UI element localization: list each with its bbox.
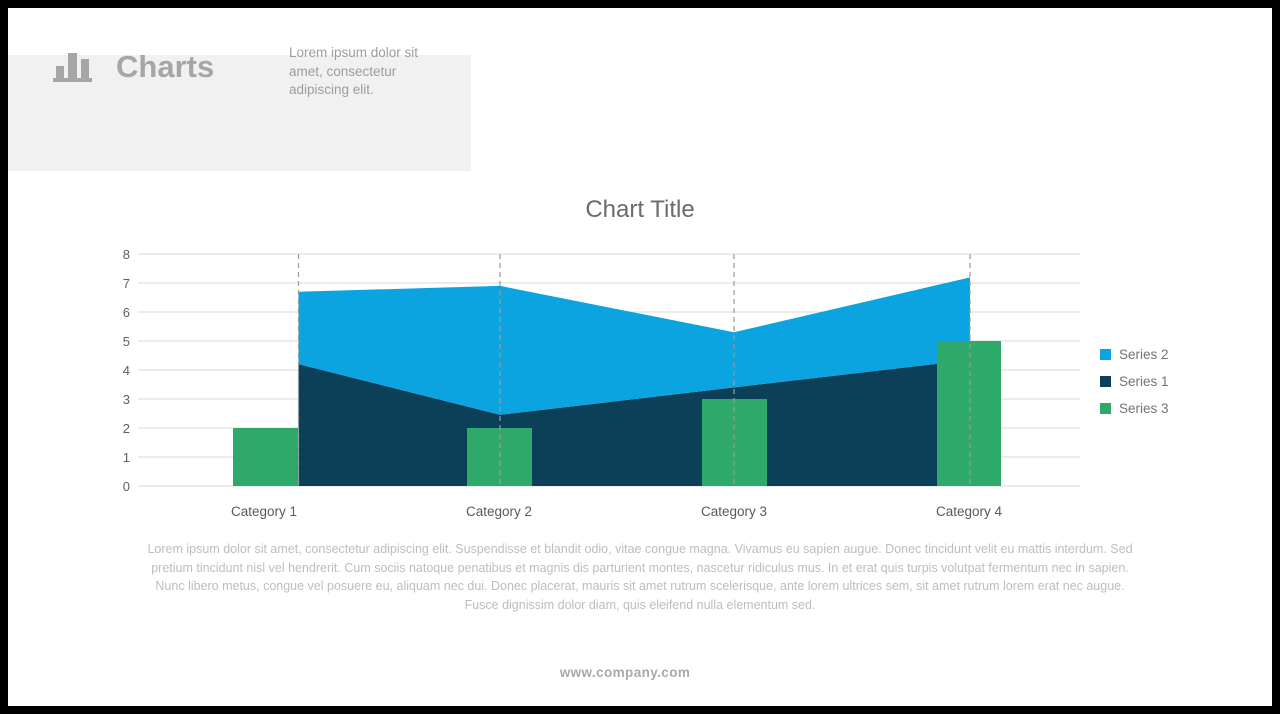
legend-swatch-icon [1100, 376, 1111, 387]
y-tick-5: 5 [123, 334, 130, 349]
y-tick-8: 8 [123, 247, 130, 262]
y-tick-4: 4 [123, 363, 130, 378]
legend-item-series-2[interactable]: Series 2 [1100, 341, 1250, 368]
page-title: Charts [116, 49, 215, 84]
y-tick-0: 0 [123, 479, 130, 494]
footer-url: www.company.com [559, 665, 691, 680]
legend-item-series-3[interactable]: Series 3 [1100, 395, 1250, 422]
y-tick-6: 6 [123, 305, 130, 320]
legend-swatch-icon [1100, 349, 1111, 360]
legend-label: Series 2 [1119, 347, 1169, 362]
x-label-category-3: Category 3 [701, 504, 767, 519]
slide: Charts Lorem ipsum dolor sit amet, conse… [8, 8, 1272, 706]
bar-category-1 [233, 428, 298, 486]
y-tick-2: 2 [123, 421, 130, 436]
legend-swatch-icon [1100, 403, 1111, 414]
y-tick-3: 3 [123, 392, 130, 407]
legend-label: Series 3 [1119, 401, 1169, 416]
x-label-category-1: Category 1 [231, 504, 297, 519]
legend-item-series-1[interactable]: Series 1 [1100, 368, 1250, 395]
header-subtitle: Lorem ipsum dolor sit amet, consectetur … [289, 45, 419, 97]
x-label-category-2: Category 2 [466, 504, 532, 519]
bar-category-4 [937, 341, 1001, 486]
bar-chart-icon [53, 53, 92, 82]
x-axis-category-labels: Category 1 Category 2 Category 3 Categor… [231, 504, 1003, 519]
x-label-category-4: Category 4 [936, 504, 1003, 519]
y-tick-1: 1 [123, 450, 130, 465]
chart-canvas: 8 7 6 5 4 3 2 1 0 Category 1 Category 2 … [123, 247, 1080, 519]
chart-legend: Series 2 Series 1 Series 3 [1100, 341, 1250, 422]
legend-label: Series 1 [1119, 374, 1169, 389]
chart-title: Chart Title [585, 196, 695, 223]
body-paragraph: Lorem ipsum dolor sit amet, consectetur … [147, 542, 1133, 612]
y-tick-7: 7 [123, 276, 130, 291]
y-axis-tick-labels: 8 7 6 5 4 3 2 1 0 [123, 247, 130, 494]
